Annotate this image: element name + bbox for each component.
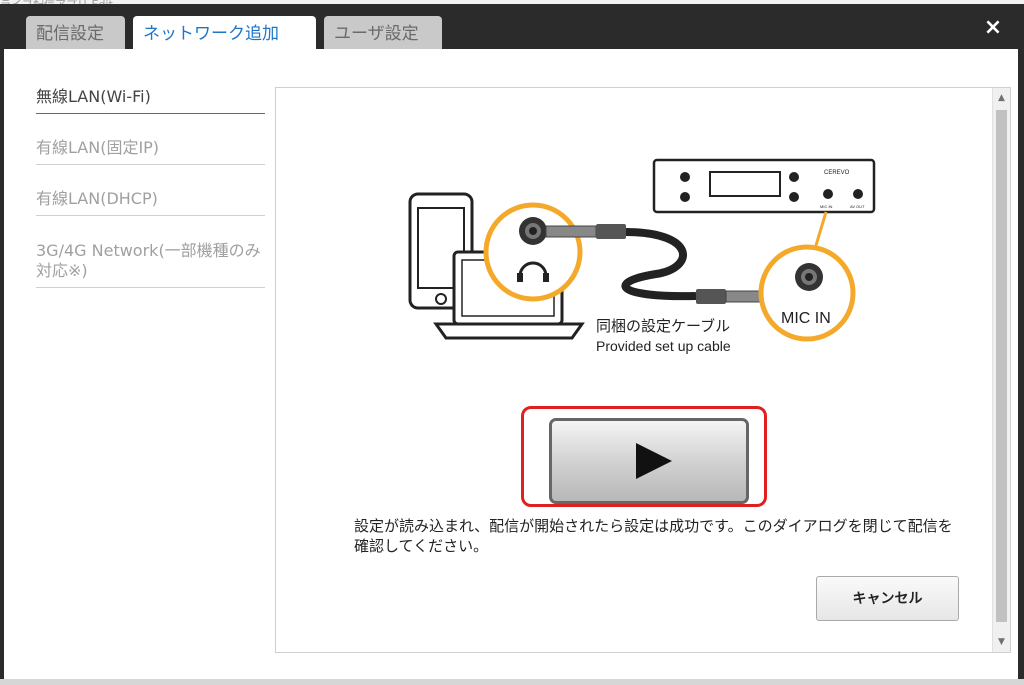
- tab-user-settings[interactable]: ユーザ設定: [324, 16, 442, 52]
- sidebar-item-label: 無線LAN(Wi-Fi): [36, 87, 151, 106]
- dialog-panel: 無線LAN(Wi-Fi) 有線LAN(固定IP) 有線LAN(DHCP) 3G/…: [4, 49, 1018, 683]
- av-out-text: AV OUT: [850, 204, 865, 209]
- cancel-button[interactable]: キャンセル: [816, 576, 959, 621]
- tab-add-network[interactable]: ネットワーク追加: [133, 16, 316, 53]
- mic-in-label: MIC IN: [781, 310, 831, 327]
- setup-illustration: CEREVO MIC IN AV OUT MIC IN 同梱の設定ケーブル Pr…: [408, 158, 876, 354]
- close-icon[interactable]: ×: [980, 15, 1006, 41]
- tab-streaming-settings[interactable]: 配信設定: [26, 16, 125, 52]
- cable-label-ja: 同梱の設定ケーブル: [596, 317, 730, 335]
- background-bottom-strip: [0, 679, 1024, 685]
- scroll-down-icon[interactable]: ▼: [993, 634, 1010, 650]
- sidebar-item-mobile-network[interactable]: 3G/4G Network(一部機種のみ対応※): [36, 241, 265, 288]
- settings-dialog: 配信設定 ネットワーク追加 ユーザ設定 × 無線LAN(Wi-Fi) 有線LAN…: [0, 4, 1024, 685]
- play-icon: [636, 443, 672, 479]
- content-area: CEREVO MIC IN AV OUT MIC IN 同梱の設定ケーブル Pr…: [275, 87, 1011, 653]
- sidebar-item-label: 3G/4G Network(一部機種のみ対応※): [36, 241, 261, 280]
- play-button[interactable]: [549, 418, 749, 504]
- tab-label: 配信設定: [36, 24, 104, 44]
- sidebar-item-wired-dhcp[interactable]: 有線LAN(DHCP): [36, 189, 265, 216]
- tab-label: ユーザ設定: [334, 24, 419, 44]
- mic-in-small-text: MIC IN: [820, 204, 833, 209]
- sidebar-item-label: 有線LAN(DHCP): [36, 189, 158, 208]
- sidebar-item-wifi[interactable]: 無線LAN(Wi-Fi): [36, 87, 265, 114]
- cable-label-en: Provided set up cable: [596, 338, 731, 354]
- scroll-thumb[interactable]: [996, 110, 1007, 622]
- sidebar-item-wired-static[interactable]: 有線LAN(固定IP): [36, 138, 265, 165]
- tab-label: ネットワーク追加: [143, 24, 279, 44]
- brand-text: CEREVO: [824, 170, 850, 176]
- instruction-text: 設定が読み込まれ、配信が開始されたら設定は成功です。このダイアログを閉じて配信を…: [354, 517, 953, 555]
- scrollbar[interactable]: ▲ ▼: [992, 88, 1010, 652]
- sidebar-item-label: 有線LAN(固定IP): [36, 138, 160, 157]
- scroll-up-icon[interactable]: ▲: [993, 90, 1010, 106]
